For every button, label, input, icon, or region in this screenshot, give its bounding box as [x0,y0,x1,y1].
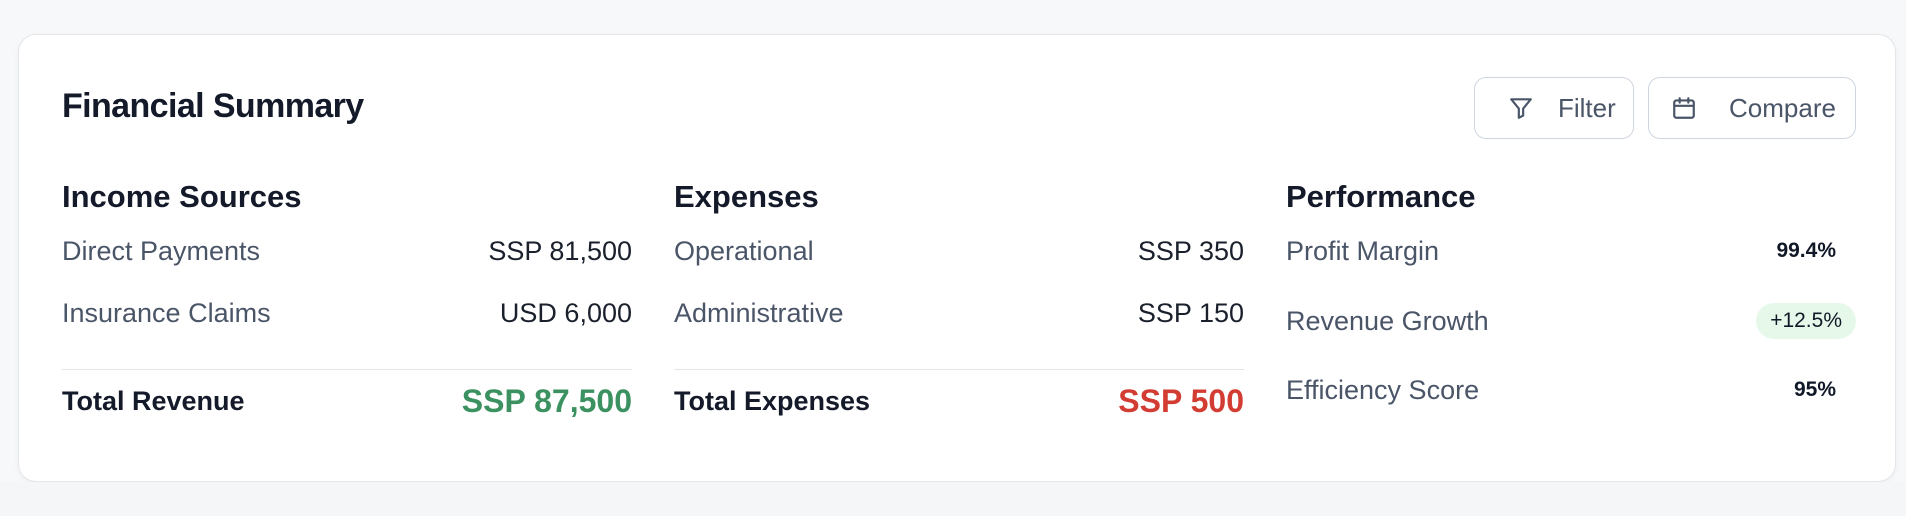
income-sources-section: Income Sources Direct Payments SSP 81,50… [62,175,632,419]
total-revenue-label: Total Revenue [62,385,245,416]
revenue-growth-badge: +12.5% [1756,303,1856,339]
list-item: Profit Margin 99.4% [1286,231,1856,271]
list-item: Operational SSP 350 [674,231,1244,271]
filter-button[interactable]: Filter [1474,77,1634,139]
income-item-label: Direct Payments [62,235,261,266]
expenses-section: Expenses Operational SSP 350 Administrat… [674,175,1244,419]
performance-item-label: Revenue Growth [1286,305,1489,336]
divider [62,369,632,370]
compare-button-label: Compare [1729,92,1836,123]
page-background-strip [0,482,1906,516]
income-item-value: SSP 81,500 [488,235,632,266]
performance-item-value: 95% [1793,378,1836,401]
performance-section: Performance Profit Margin 99.4% Revenue … [1286,175,1856,405]
expense-item-value: SSP 350 [1137,235,1244,266]
list-item: Administrative SSP 150 [674,293,1244,333]
total-revenue-value: SSP 87,500 [461,382,632,419]
financial-summary-card: Financial Summary Filter Compare Income … [18,34,1896,482]
performance-item-value: 99.4% [1776,239,1836,262]
performance-heading: Performance [1286,179,1476,214]
total-revenue-row: Total Revenue SSP 87,500 [62,381,632,421]
list-item: Efficiency Score 95% [1286,370,1856,410]
income-item-value: USD 6,000 [499,297,632,328]
divider [674,369,1244,370]
income-sources-heading: Income Sources [62,179,302,214]
expense-item-label: Administrative [674,297,844,328]
filter-funnel-icon [1508,95,1534,121]
compare-button[interactable]: Compare [1648,77,1856,139]
page-title: Financial Summary [62,87,364,125]
total-expenses-label: Total Expenses [674,385,871,416]
calendar-icon [1671,95,1697,121]
total-expenses-value: SSP 500 [1118,382,1244,419]
performance-item-label: Profit Margin [1286,235,1440,266]
performance-item-label: Efficiency Score [1286,374,1480,405]
expense-item-label: Operational [674,235,814,266]
total-expenses-row: Total Expenses SSP 500 [674,381,1244,421]
expense-item-value: SSP 150 [1137,297,1244,328]
expenses-heading: Expenses [674,179,819,214]
filter-button-label: Filter [1558,92,1616,123]
list-item: Insurance Claims USD 6,000 [62,293,632,333]
list-item: Direct Payments SSP 81,500 [62,231,632,271]
income-item-label: Insurance Claims [62,297,271,328]
list-item: Revenue Growth +12.5% [1286,301,1856,341]
